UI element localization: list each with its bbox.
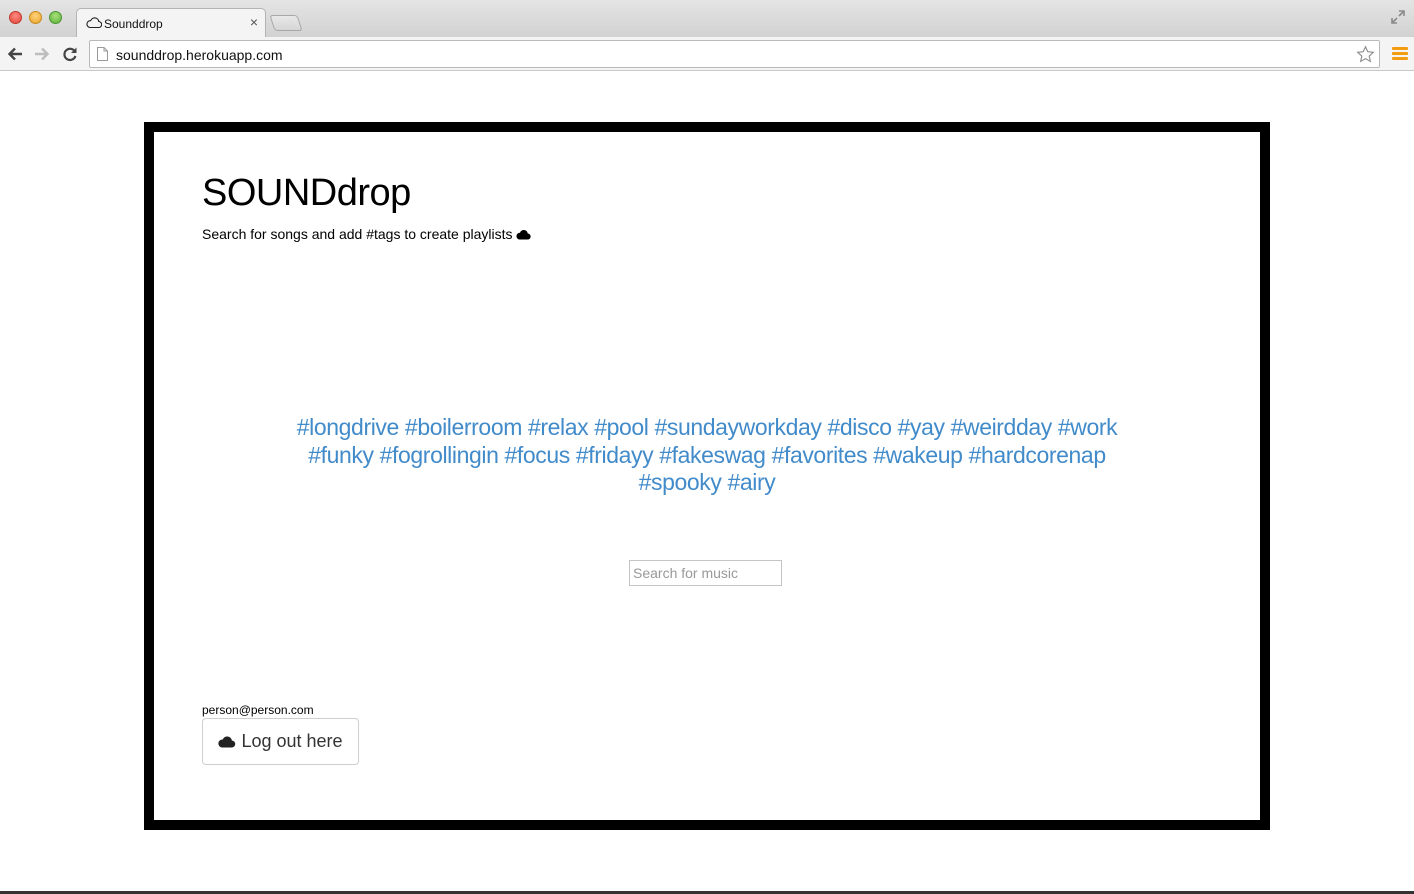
tag-link[interactable]: #hardcorenap xyxy=(969,442,1107,468)
window-close-button[interactable] xyxy=(9,11,22,24)
tag-link[interactable]: #weirdday xyxy=(951,414,1053,440)
new-tab-button[interactable] xyxy=(269,15,303,31)
tag-link[interactable]: #disco xyxy=(828,414,892,440)
page-icon xyxy=(97,47,108,61)
tag-link[interactable]: #airy xyxy=(728,469,776,495)
tag-link[interactable]: #pool xyxy=(594,414,649,440)
site-title: SOUNDdrop xyxy=(202,172,411,214)
browser-tab[interactable]: Sounddrop × xyxy=(76,8,266,37)
bookmark-star-icon[interactable] xyxy=(1356,45,1375,64)
tag-link[interactable]: #spooky xyxy=(639,469,722,495)
tagline-text: Search for songs and add #tags to create… xyxy=(202,226,513,242)
tag-link[interactable]: #sundayworkday xyxy=(655,414,822,440)
fullscreen-icon[interactable] xyxy=(1390,9,1406,25)
url-text: sounddrop.herokuapp.com xyxy=(116,47,283,63)
tag-link[interactable]: #fogrollingin xyxy=(380,442,499,468)
tag-link[interactable]: #work xyxy=(1058,414,1118,440)
tagline: Search for songs and add #tags to create… xyxy=(202,226,531,242)
back-icon[interactable] xyxy=(6,45,24,63)
user-email: person@person.com xyxy=(202,703,314,717)
tag-link[interactable]: #relax xyxy=(528,414,589,440)
search-input[interactable] xyxy=(629,560,782,586)
logout-button[interactable]: Log out here xyxy=(202,718,359,765)
browser-menu-icon[interactable] xyxy=(1392,47,1408,61)
tag-link[interactable]: #favorites xyxy=(772,442,868,468)
browser-titlebar: Sounddrop × xyxy=(0,0,1414,37)
window-maximize-button[interactable] xyxy=(49,11,62,24)
tag-link[interactable]: #wakeup xyxy=(873,442,963,468)
address-bar[interactable]: sounddrop.herokuapp.com xyxy=(89,40,1380,68)
forward-icon[interactable] xyxy=(33,45,51,63)
window-minimize-button[interactable] xyxy=(29,11,42,24)
cloud-icon xyxy=(515,229,531,240)
tab-title: Sounddrop xyxy=(104,17,163,31)
tag-link[interactable]: #funky xyxy=(308,442,374,468)
tag-link[interactable]: #yay xyxy=(898,414,945,440)
cloud-icon xyxy=(218,736,236,748)
logout-label: Log out here xyxy=(241,731,343,751)
tag-link[interactable]: #longdrive xyxy=(297,414,400,440)
reload-icon[interactable] xyxy=(61,45,79,63)
browser-toolbar: sounddrop.herokuapp.com xyxy=(0,37,1414,71)
tag-link[interactable]: #fakeswag xyxy=(659,442,766,468)
tag-link[interactable]: #focus xyxy=(504,442,570,468)
cloud-icon xyxy=(86,17,102,29)
tag-link[interactable]: #fridayy xyxy=(576,442,654,468)
tag-link[interactable]: #boilerroom xyxy=(405,414,522,440)
content-frame: SOUNDdrop Search for songs and add #tags… xyxy=(144,122,1270,830)
tab-close-icon[interactable]: × xyxy=(250,14,258,30)
tag-cloud: #longdrive #boilerroom #relax #pool #sun… xyxy=(294,414,1120,497)
